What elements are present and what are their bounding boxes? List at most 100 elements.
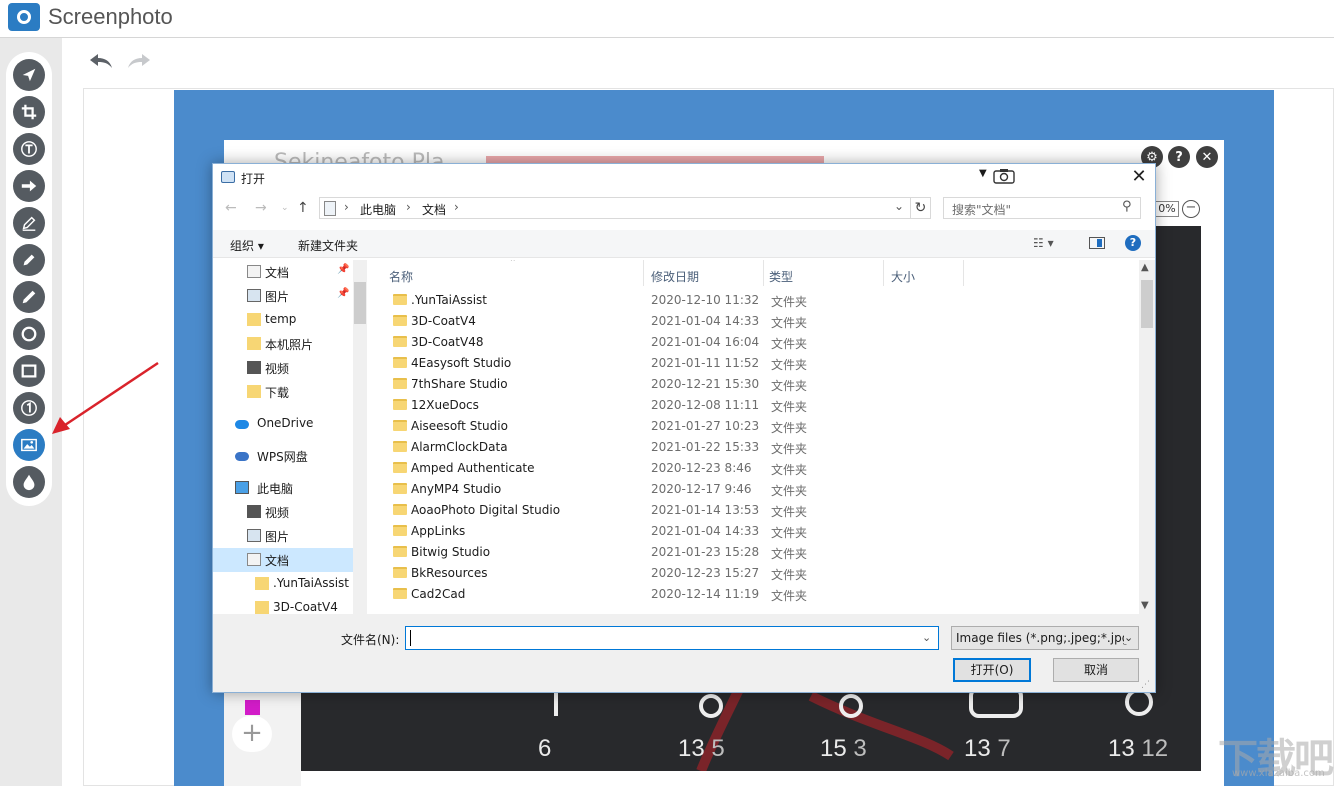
ellipse-tool-icon[interactable] xyxy=(13,318,45,350)
chevron-right-icon[interactable]: › xyxy=(454,200,459,214)
address-history-chevron-icon[interactable]: ⌄ xyxy=(894,199,904,213)
chevron-down-icon[interactable]: ⌄ xyxy=(1124,631,1133,644)
watermark-url: www.xiazaiba.com xyxy=(1232,768,1325,779)
column-divider[interactable] xyxy=(883,260,884,286)
file-row[interactable]: 3D-CoatV482021-01-04 16:04文件夹 xyxy=(369,332,1139,353)
recent-locations-chevron-icon[interactable]: ⌄ xyxy=(281,203,289,213)
file-row[interactable]: 12XueDocs2020-12-08 11:11文件夹 xyxy=(369,395,1139,416)
file-row[interactable]: Bitwig Studio2021-01-23 15:28文件夹 xyxy=(369,542,1139,563)
cancel-button[interactable]: 取消 xyxy=(1053,658,1139,682)
nav-item-pictures[interactable]: 图片 xyxy=(213,524,353,548)
camera-icon[interactable] xyxy=(993,168,1015,184)
folder-icon xyxy=(255,601,269,614)
nav-item-documents-quick[interactable]: 文档📌 xyxy=(213,260,353,284)
nav-item-this-pc[interactable]: 此电脑 xyxy=(213,476,353,500)
file-row[interactable]: AlarmClockData2021-01-22 15:33文件夹 xyxy=(369,437,1139,458)
file-name: 3D-CoatV48 xyxy=(411,335,483,349)
nav-item-onedrive[interactable]: OneDrive xyxy=(213,412,353,436)
file-row[interactable]: 3D-CoatV42021-01-04 14:33文件夹 xyxy=(369,311,1139,332)
breadcrumb-this-pc[interactable]: 此电脑 xyxy=(360,201,396,218)
file-date: 2020-12-08 11:11 xyxy=(651,398,759,412)
chevron-right-icon[interactable]: › xyxy=(344,200,349,214)
pin-icon[interactable]: 📌 xyxy=(337,264,349,275)
pen-tool-icon[interactable] xyxy=(13,207,45,239)
open-button[interactable]: 打开(O) xyxy=(953,658,1031,682)
filename-input[interactable]: ⌄ xyxy=(405,626,939,650)
column-divider[interactable] xyxy=(643,260,644,286)
file-name: .YunTaiAssist xyxy=(411,293,487,307)
new-folder-button[interactable]: 新建文件夹 xyxy=(298,237,358,254)
column-header-date[interactable]: 修改日期 xyxy=(651,268,699,285)
chevron-down-icon[interactable]: ▼ xyxy=(979,168,987,179)
back-arrow-icon[interactable]: ← xyxy=(225,200,237,216)
search-placeholder: 搜索"文档" xyxy=(952,201,1011,218)
file-date: 2021-01-04 14:33 xyxy=(651,524,759,538)
nav-item-3d-coatv4[interactable]: 3D-CoatV4 xyxy=(213,596,353,614)
nav-item-pictures-quick[interactable]: 图片📌 xyxy=(213,284,353,308)
camera-logo-icon xyxy=(8,3,40,31)
redo-icon[interactable] xyxy=(126,50,152,75)
file-row[interactable]: BkResources2020-12-23 15:27文件夹 xyxy=(369,563,1139,584)
undo-icon[interactable] xyxy=(88,50,114,75)
chevron-down-icon[interactable]: ⌄ xyxy=(922,631,931,644)
scroll-up-icon[interactable]: ▲ xyxy=(1141,262,1149,273)
column-header-name[interactable]: 名称 xyxy=(389,268,413,285)
scroll-down-icon[interactable]: ▼ xyxy=(1141,600,1149,611)
file-row[interactable]: AnyMP4 Studio2020-12-17 9:46文件夹 xyxy=(369,479,1139,500)
preview-pane-icon[interactable] xyxy=(1089,237,1105,249)
text-tool-icon[interactable] xyxy=(13,133,45,165)
file-row[interactable]: Amped Authenticate2020-12-23 8:46文件夹 xyxy=(369,458,1139,479)
pin-icon[interactable]: 📌 xyxy=(337,288,349,299)
up-arrow-icon[interactable]: ↑ xyxy=(297,200,309,216)
file-row[interactable]: Cad2Cad2020-12-14 11:19文件夹 xyxy=(369,584,1139,605)
file-date: 2021-01-27 10:23 xyxy=(651,419,759,433)
nav-item-temp[interactable]: temp xyxy=(213,308,353,332)
select-arrow-tool-icon[interactable] xyxy=(13,59,45,91)
file-date: 2020-12-21 15:30 xyxy=(651,377,759,391)
arrow-tool-icon[interactable] xyxy=(13,170,45,202)
nav-item-videos-quick[interactable]: 视频 xyxy=(213,356,353,380)
file-row[interactable]: Aiseesoft Studio2021-01-27 10:23文件夹 xyxy=(369,416,1139,437)
file-type: 文件夹 xyxy=(771,482,807,499)
forward-arrow-icon[interactable]: → xyxy=(255,200,267,216)
crop-tool-icon[interactable] xyxy=(13,96,45,128)
column-divider[interactable] xyxy=(963,260,964,286)
file-row[interactable]: .YunTaiAssist2020-12-10 11:32文件夹 xyxy=(369,290,1139,311)
breadcrumb-documents[interactable]: 文档 xyxy=(422,201,446,218)
highlighter-tool-icon[interactable] xyxy=(13,244,45,276)
nav-item-wps-drive[interactable]: WPS网盘 xyxy=(213,444,353,468)
file-list-scroll-thumb[interactable] xyxy=(1141,280,1153,328)
organize-menu-button[interactable]: 组织 ▾ xyxy=(230,237,264,254)
column-header-size[interactable]: 大小 xyxy=(891,268,915,285)
file-list: ⌃ 名称 修改日期 类型 大小 .YunTaiAssist2020-12-10 … xyxy=(369,260,1155,614)
file-row[interactable]: AppLinks2021-01-04 14:33文件夹 xyxy=(369,521,1139,542)
chevron-right-icon[interactable]: › xyxy=(406,200,411,214)
file-type: 文件夹 xyxy=(771,293,807,310)
app-title: Screenphoto xyxy=(48,4,173,30)
file-row[interactable]: AoaoPhoto Digital Studio2021-01-14 13:53… xyxy=(369,500,1139,521)
dialog-title-bar[interactable]: 打开 ▼ ✕ xyxy=(213,164,1155,192)
column-header-type[interactable]: 类型 xyxy=(769,268,793,285)
resize-grip-icon[interactable]: ⋰ xyxy=(1141,680,1150,690)
file-type-select[interactable]: Image files (*.png;.jpeg;*.jpg ⌄ xyxy=(951,626,1139,650)
file-type: 文件夹 xyxy=(771,377,807,394)
blur-drop-tool-icon[interactable] xyxy=(13,466,45,498)
help-button[interactable]: ? xyxy=(1125,235,1141,251)
column-divider[interactable] xyxy=(763,260,764,286)
nav-item-yuntaiassist[interactable]: .YunTaiAssist xyxy=(213,572,353,596)
file-row[interactable]: 4Easysoft Studio2021-01-11 11:52文件夹 xyxy=(369,353,1139,374)
close-dialog-button[interactable]: ✕ xyxy=(1127,166,1151,188)
address-bar[interactable]: › 此电脑 › 文档 › ⌄ xyxy=(319,197,911,219)
file-row[interactable]: 7thShare Studio2020-12-21 15:30文件夹 xyxy=(369,374,1139,395)
nav-item-local-photos[interactable]: 本机照片 xyxy=(213,332,353,356)
nav-item-documents[interactable]: 文档 xyxy=(213,548,353,572)
weather-temp: 15 3 xyxy=(820,735,867,763)
pencil-tool-icon[interactable] xyxy=(13,281,45,313)
nav-pane-scroll-thumb[interactable] xyxy=(354,282,366,324)
nav-item-videos[interactable]: 视频 xyxy=(213,500,353,524)
refresh-button[interactable]: ↻ xyxy=(911,197,931,219)
search-input[interactable]: 搜索"文档" ⚲ xyxy=(943,197,1141,219)
change-view-icon[interactable]: ☷ ▾ xyxy=(1033,236,1054,250)
text-caret xyxy=(410,630,411,646)
nav-item-downloads[interactable]: 下载 xyxy=(213,380,353,404)
